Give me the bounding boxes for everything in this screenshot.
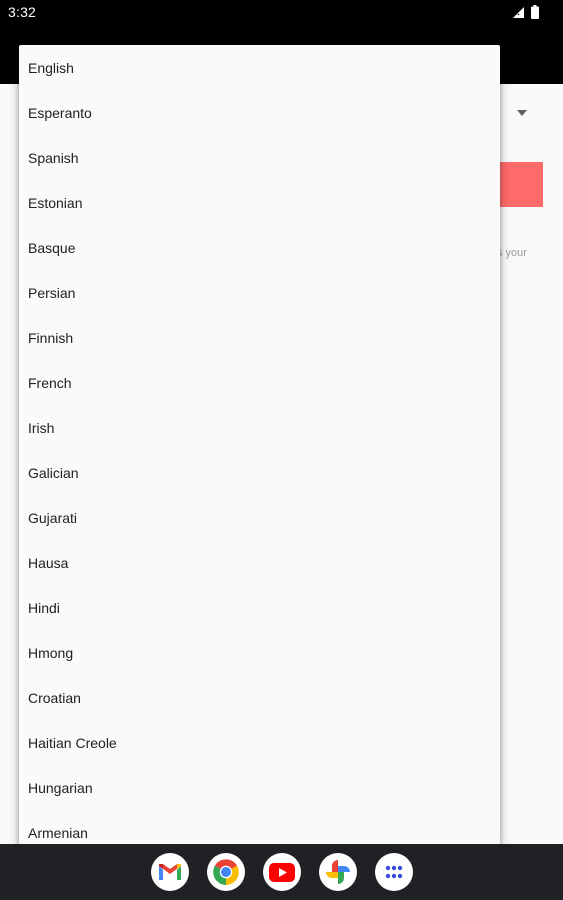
language-option[interactable]: Hausa <box>19 540 500 585</box>
status-icons <box>512 4 539 20</box>
hint-text: s your <box>497 247 527 259</box>
youtube-glyph <box>269 862 295 882</box>
photos-icon[interactable] <box>319 853 357 891</box>
app-dock <box>151 853 413 891</box>
youtube-icon[interactable] <box>263 853 301 891</box>
status-time: 3:32 <box>8 4 37 20</box>
navigation-bar <box>0 844 563 900</box>
status-bar: 3:32 <box>0 0 563 24</box>
signal-icon <box>513 6 524 18</box>
app-drawer-icon[interactable] <box>375 853 413 891</box>
language-option[interactable]: Armenian <box>19 810 500 844</box>
language-option[interactable]: English <box>19 45 500 90</box>
chrome-icon[interactable] <box>207 853 245 891</box>
language-option[interactable]: Hmong <box>19 630 500 675</box>
language-option[interactable]: Croatian <box>19 675 500 720</box>
language-option[interactable]: Irish <box>19 405 500 450</box>
language-option[interactable]: Finnish <box>19 315 500 360</box>
language-option[interactable]: Hindi <box>19 585 500 630</box>
app-drawer-glyph <box>385 865 403 879</box>
language-option[interactable]: Hungarian <box>19 765 500 810</box>
language-option[interactable]: Estonian <box>19 180 500 225</box>
gmail-icon[interactable] <box>151 853 189 891</box>
battery-icon <box>531 5 539 19</box>
language-option[interactable]: Haitian Creole <box>19 720 500 765</box>
language-dropdown-menu[interactable]: English Esperanto Spanish Estonian Basqu… <box>19 45 500 844</box>
language-option[interactable]: Gujarati <box>19 495 500 540</box>
language-option[interactable]: Esperanto <box>19 90 500 135</box>
gmail-glyph <box>159 864 181 880</box>
language-option[interactable]: Basque <box>19 225 500 270</box>
language-option[interactable]: French <box>19 360 500 405</box>
chrome-glyph <box>213 859 239 885</box>
photos-glyph <box>326 860 350 884</box>
dropdown-arrow-icon[interactable] <box>515 108 529 118</box>
language-option[interactable]: Persian <box>19 270 500 315</box>
language-option[interactable]: Spanish <box>19 135 500 180</box>
language-option[interactable]: Galician <box>19 450 500 495</box>
